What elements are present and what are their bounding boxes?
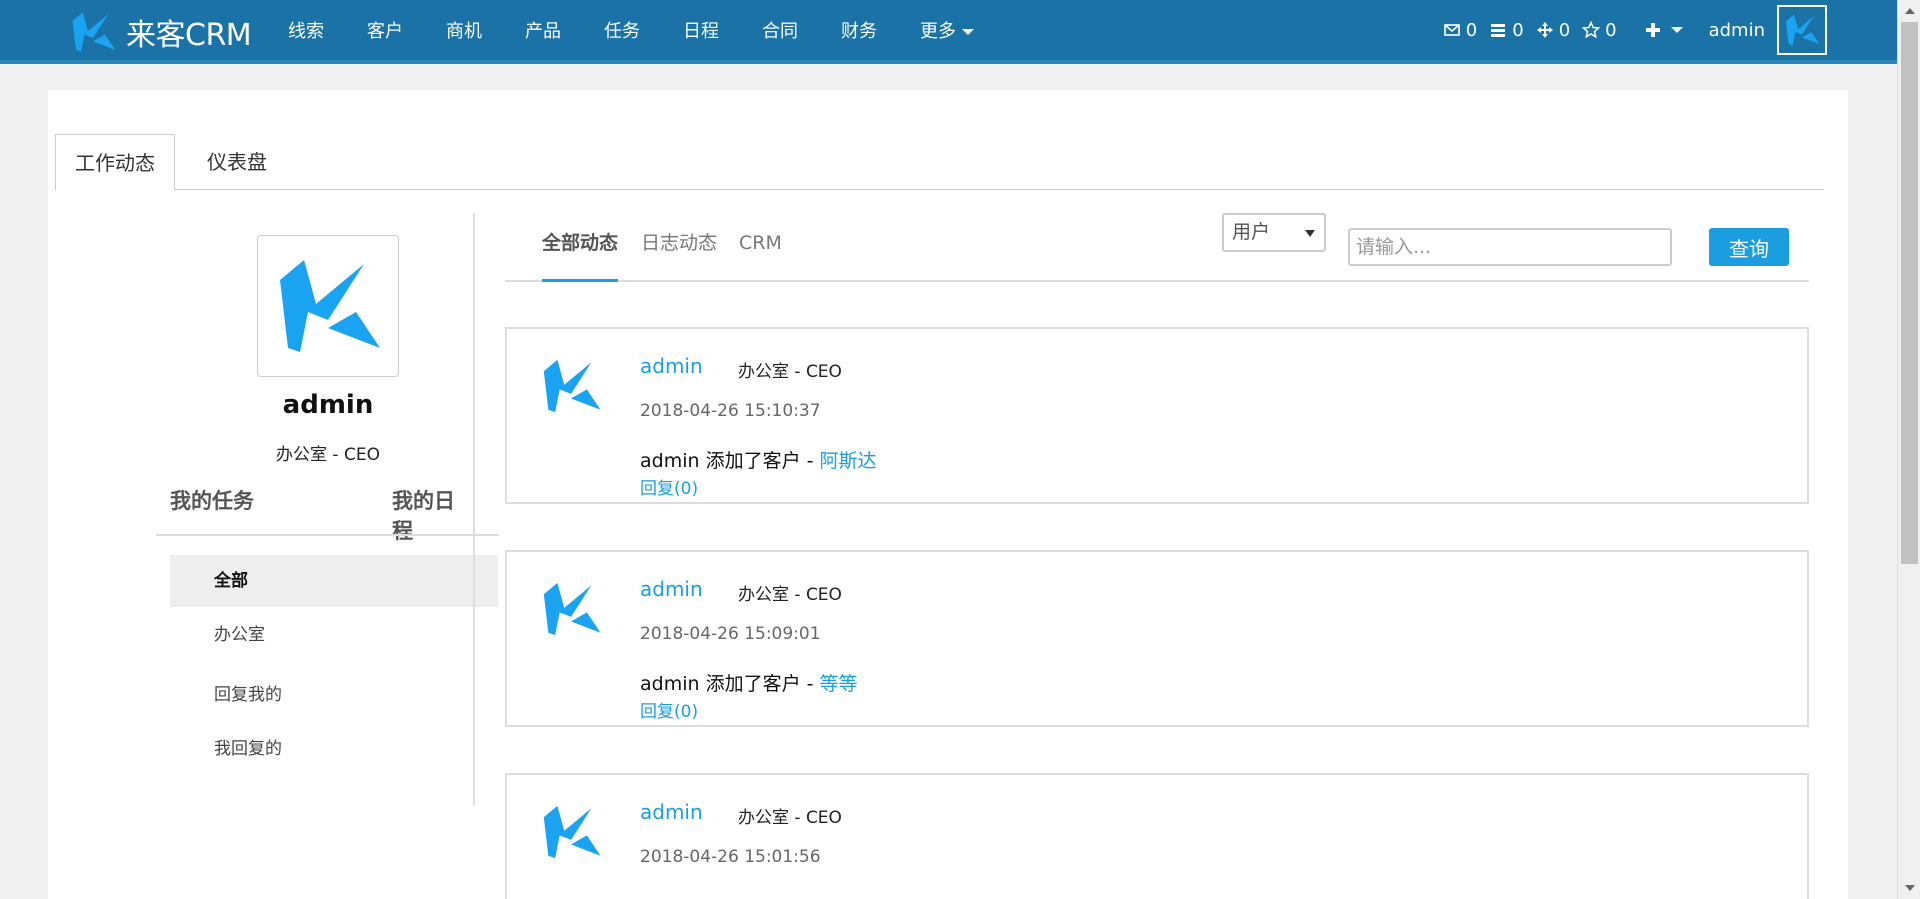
search-type-select[interactable]: 用户	[1222, 213, 1326, 252]
main-content: 工作动态 仪表盘 admin 办公室 - CEO 我的任务 我的日程 全部 办公…	[48, 90, 1848, 899]
divider	[156, 534, 499, 536]
move-icon	[1536, 22, 1553, 38]
messages-counter[interactable]: 0	[1443, 20, 1477, 41]
header-avatar[interactable]	[1777, 5, 1827, 55]
tasks-counter[interactable]: 0	[1489, 19, 1524, 41]
page-tabs: 工作动态 仪表盘	[55, 134, 1824, 191]
nav-item-contracts[interactable]: 合同	[762, 17, 798, 43]
feed-item-target-link[interactable]: 等等	[820, 673, 858, 695]
my-schedule-link[interactable]: 我的日程	[392, 485, 474, 545]
nav-item-more[interactable]: 更多	[920, 17, 974, 43]
profile-dept: 办公室 - CEO	[276, 445, 380, 465]
brand-logo[interactable]: 来客CRM	[66, 9, 252, 55]
nav-item-tasks[interactable]: 任务	[604, 17, 640, 43]
scroll-down-arrow-icon[interactable]	[1898, 877, 1920, 899]
feed-item-dept: 办公室 - CEO	[738, 585, 842, 605]
brand-name: 来客CRM	[126, 18, 252, 53]
events-counter[interactable]: 0	[1536, 20, 1570, 41]
envelope-icon	[1443, 24, 1460, 36]
k-logo-icon[interactable]	[537, 355, 605, 417]
filter-all[interactable]: 全部	[170, 555, 498, 607]
feed-tab-crm[interactable]: CRM	[739, 218, 782, 282]
feed-item-text: admin 添加了客户 - 阿斯达	[640, 446, 877, 473]
feed-item-reply-link[interactable]: 回复(0)	[640, 697, 698, 722]
nav-item-leads[interactable]: 线索	[288, 17, 324, 43]
plus-icon	[1645, 23, 1660, 37]
scroll-up-arrow-icon[interactable]	[1898, 0, 1920, 22]
list-icon	[1491, 24, 1506, 37]
feed-item-action: admin 添加了客户 -	[640, 673, 820, 695]
main-nav: 线索 客户 商机 产品 任务 日程 合同 财务 更多	[288, 0, 1017, 60]
feed-item-time: 2018-04-26 15:09:01	[640, 624, 821, 644]
feed-item: admin 办公室 - CEO 2018-04-26 15:01:56	[505, 773, 1809, 899]
profile-name: admin	[282, 390, 374, 420]
header-right: 0 0 0 0 admin	[1431, 0, 1827, 60]
top-navbar: 来客CRM 线索 客户 商机 产品 任务 日程 合同 财务 更多 0 0 0 0	[0, 0, 1897, 64]
star-icon	[1582, 21, 1601, 39]
feed-item-user[interactable]: admin	[640, 800, 703, 824]
tasks-count: 0	[1512, 19, 1524, 41]
favorites-counter[interactable]: 0	[1582, 19, 1617, 41]
nav-item-opportunities[interactable]: 商机	[446, 17, 482, 43]
k-logo-icon[interactable]	[537, 578, 605, 640]
my-tasks-link[interactable]: 我的任务	[170, 485, 254, 515]
messages-count: 0	[1465, 19, 1478, 41]
feed-item-dept: 办公室 - CEO	[738, 362, 842, 382]
k-logo-icon	[268, 252, 388, 360]
feed-item-time: 2018-04-26 15:01:56	[640, 847, 821, 867]
dropdown-arrow-icon	[1305, 230, 1315, 237]
feed-item-dept: 办公室 - CEO	[738, 808, 842, 828]
search-type-value: 用户	[1232, 221, 1271, 243]
feed-item: admin 办公室 - CEO 2018-04-26 15:09:01 admi…	[505, 550, 1809, 727]
search-button[interactable]: 查询	[1709, 228, 1789, 266]
filter-my-replies[interactable]: 我回复的	[170, 723, 498, 775]
k-logo-icon	[1782, 12, 1822, 48]
feed-tab-log[interactable]: 日志动态	[641, 218, 717, 282]
feed-item-reply-link[interactable]: 回复(0)	[640, 474, 698, 499]
nav-item-schedule[interactable]: 日程	[683, 17, 719, 43]
events-count: 0	[1558, 19, 1571, 41]
profile-panel: admin 办公室 - CEO 我的任务 我的日程 全部 办公室 回复我的 我回…	[108, 210, 499, 804]
k-logo-icon	[66, 9, 120, 55]
scroll-thumb[interactable]	[1901, 22, 1918, 564]
feed-item-user[interactable]: admin	[640, 577, 703, 601]
feed-item-user[interactable]: admin	[640, 354, 703, 378]
feed-item-text: admin 添加了客户 - 等等	[640, 669, 858, 696]
k-logo-icon[interactable]	[537, 801, 605, 863]
nav-item-products[interactable]: 产品	[525, 17, 561, 43]
header-username[interactable]: admin	[1709, 20, 1765, 41]
page-scrollbar[interactable]	[1897, 0, 1920, 899]
nav-item-customers[interactable]: 客户	[367, 17, 403, 43]
profile-avatar	[257, 235, 399, 377]
favorites-count: 0	[1605, 19, 1617, 41]
search-input[interactable]	[1348, 228, 1672, 266]
feed-item-time: 2018-04-26 15:10:37	[640, 401, 821, 421]
panel-divider	[473, 213, 475, 805]
add-menu-button[interactable]	[1645, 22, 1683, 38]
feed-item: admin 办公室 - CEO 2018-04-26 15:10:37 admi…	[505, 327, 1809, 504]
feed-item-target-link[interactable]: 阿斯达	[820, 450, 877, 472]
nav-item-finance[interactable]: 财务	[841, 17, 877, 43]
filter-replies-to-me[interactable]: 回复我的	[170, 669, 498, 721]
caret-down-icon	[962, 29, 974, 35]
nav-more-label: 更多	[920, 21, 956, 42]
tab-dashboard[interactable]: 仪表盘	[188, 134, 286, 190]
tab-work-activity[interactable]: 工作动态	[55, 134, 175, 191]
feed-tab-all[interactable]: 全部动态	[542, 218, 619, 282]
filter-office[interactable]: 办公室	[170, 609, 498, 661]
feed-item-action: admin 添加了客户 -	[640, 450, 820, 472]
caret-down-icon	[1670, 27, 1683, 33]
